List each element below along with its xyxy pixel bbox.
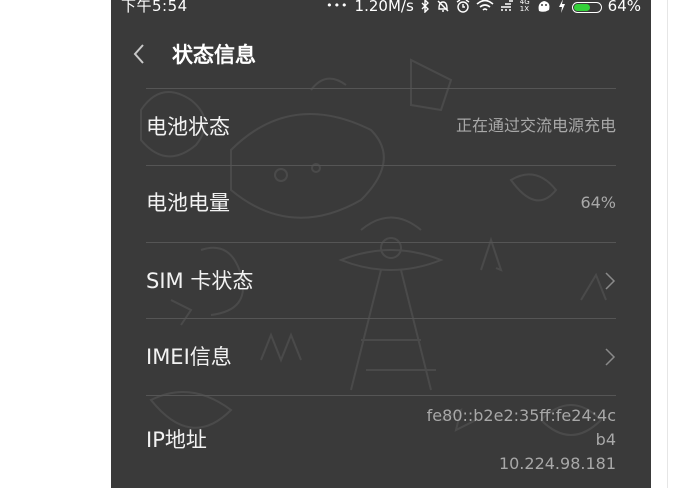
net-speed-dots-icon: ••• [326, 0, 349, 12]
net-type: 4G 1X [520, 0, 530, 13]
list-item-value: 正在通过交流电源充电 [455, 116, 616, 135]
phone-screen: 下午5:54 ••• 1.20M/s 4G 1X 64% 状态信息 电池状态 正… [111, 0, 651, 488]
net-type-bottom: 1X [519, 5, 530, 13]
list-item-label: 电池电量 [146, 191, 230, 215]
ip-address-value: fe80::b2e2:35ff:fe24:4c b4 10.224.98.181 [427, 404, 616, 476]
bluetooth-icon [421, 0, 429, 13]
notification-app-icon [538, 1, 550, 12]
list-item-battery-status[interactable]: 电池状态 正在通过交流电源充电 [146, 88, 616, 165]
list-item-ip-address[interactable]: IP地址 fe80::b2e2:35ff:fe24:4c b4 10.224.9… [146, 395, 616, 487]
list-item-label: IMEI信息 [146, 345, 232, 369]
charging-bolt-icon [558, 0, 565, 13]
chevron-left-icon [133, 44, 144, 64]
list-item-label: SIM 卡状态 [146, 269, 254, 293]
back-button[interactable] [127, 36, 159, 72]
ip-value-line: b4 [595, 430, 616, 449]
page: 下午5:54 ••• 1.20M/s 4G 1X 64% 状态信息 电池状态 正… [0, 0, 683, 488]
list-item-value: 64% [580, 193, 616, 212]
battery-icon [571, 1, 602, 13]
list-item-sim-status[interactable]: SIM 卡状态 [146, 242, 616, 318]
list-item-battery-level[interactable]: 电池电量 64% [146, 165, 616, 242]
list-item-label: 电池状态 [146, 115, 230, 139]
net-speed: 1.20M/s [354, 0, 414, 15]
status-bar: 下午5:54 ••• 1.20M/s 4G 1X 64% [111, 0, 651, 16]
ip-value-line: 10.224.98.181 [498, 454, 616, 473]
status-icons: ••• 1.20M/s 4G 1X 64% [326, 0, 641, 14]
dnd-bell-icon [437, 0, 449, 12]
status-time: 下午5:54 [121, 0, 188, 15]
battery-percent: 64% [607, 0, 641, 15]
status-info-list: 电池状态 正在通过交流电源充电 电池电量 64% SIM 卡状态 IMEI信息 [146, 88, 616, 487]
page-title: 状态信息 [172, 43, 256, 67]
header: 状态信息 [111, 16, 651, 88]
wifi-icon [476, 0, 494, 11]
battery-fill [573, 3, 590, 11]
chevron-right-icon [605, 348, 616, 366]
window-edge [667, 0, 668, 488]
list-item-label: IP地址 [146, 428, 207, 452]
alarm-icon [456, 0, 470, 13]
ip-value-line: fe80::b2e2:35ff:fe24:4c [426, 406, 616, 425]
signal-icon [500, 0, 513, 11]
list-item-imei-info[interactable]: IMEI信息 [146, 318, 616, 395]
chevron-right-icon [605, 272, 616, 290]
